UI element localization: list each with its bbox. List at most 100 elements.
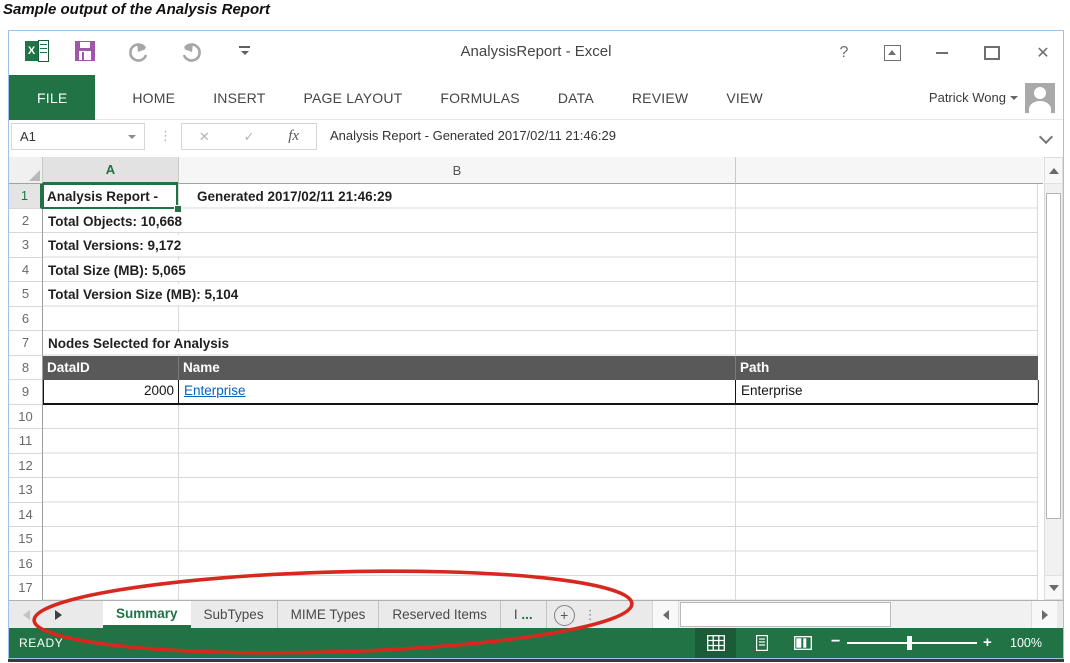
cell-text-row-4[interactable]: Total Size (MB): 5,065 xyxy=(45,260,189,281)
cell-name[interactable]: Enterprise xyxy=(179,380,736,403)
name-box-value: A1 xyxy=(12,129,128,144)
row-header-11[interactable]: 11 xyxy=(9,429,42,454)
vertical-scrollbar[interactable] xyxy=(1044,157,1063,600)
row-header-15[interactable]: 15 xyxy=(9,527,42,552)
page-layout-view-button[interactable] xyxy=(748,628,775,658)
cell-path[interactable]: Enterprise xyxy=(736,380,1039,403)
ribbon-display-options-button[interactable] xyxy=(877,31,907,75)
next-sheet-nav-icon[interactable] xyxy=(55,610,62,620)
column-header-a[interactable]: A xyxy=(43,157,178,184)
vertical-scrollbar-thumb[interactable] xyxy=(1046,193,1061,519)
zoom-level[interactable]: 100% xyxy=(1010,636,1054,650)
row-header-8[interactable]: 8 xyxy=(9,356,42,381)
row-header-13[interactable]: 13 xyxy=(9,478,42,503)
horizontal-scrollbar-thumb[interactable] xyxy=(680,602,891,627)
maximize-button[interactable] xyxy=(977,31,1007,75)
row-header-4[interactable]: 4 xyxy=(9,258,42,283)
sheet-tab-i[interactable]: I ... xyxy=(501,601,547,628)
sheet-tab-reserved-items[interactable]: Reserved Items xyxy=(379,601,501,628)
insert-function-icon[interactable]: fx xyxy=(288,128,299,145)
cell-text-row-2[interactable]: Total Objects: 10,668 xyxy=(45,211,185,232)
excel-window: X AnalysisReport - Excel ? xyxy=(8,30,1064,659)
enterprise-link[interactable]: Enterprise xyxy=(184,383,246,398)
row-header-7[interactable]: 7 xyxy=(9,331,42,356)
page-break-preview-button[interactable] xyxy=(788,628,817,658)
tab-formulas[interactable]: FORMULAS xyxy=(421,75,538,120)
chevron-down-icon xyxy=(1010,96,1018,100)
status-mode: READY xyxy=(19,636,63,650)
row-header-1[interactable]: 1 xyxy=(9,184,42,209)
cell-b1-spill-text[interactable]: Generated 2017/02/11 21:46:29 xyxy=(195,186,394,207)
minimize-button[interactable] xyxy=(927,31,957,75)
tab-file[interactable]: FILE xyxy=(9,75,95,120)
tab-home[interactable]: HOME xyxy=(113,75,194,120)
zoom-slider-thumb[interactable] xyxy=(907,636,912,650)
expand-formula-bar-icon[interactable] xyxy=(1039,130,1053,144)
table-header-name[interactable]: Name xyxy=(183,356,220,381)
first-sheet-nav-icon[interactable] xyxy=(23,610,30,620)
column-header-b[interactable]: B xyxy=(178,157,735,184)
sheet-tab-mime-types[interactable]: MIME Types xyxy=(278,601,380,628)
table-header-row[interactable]: DataID Name Path xyxy=(43,356,1038,381)
cells-area[interactable]: Analysis Report - Generated 2017/02/11 2… xyxy=(43,184,1038,600)
row-header-3[interactable]: 3 xyxy=(9,233,42,258)
chevron-down-icon[interactable] xyxy=(128,135,136,139)
title-bar: X AnalysisReport - Excel ? xyxy=(9,31,1063,75)
sheet-tab-label: Reserved Items xyxy=(392,607,487,622)
scroll-up-icon[interactable] xyxy=(1045,158,1062,184)
formula-bar-sizer-icon[interactable]: ⋮ xyxy=(159,128,172,144)
zoom-in-button[interactable]: + xyxy=(983,634,992,651)
row-header-9[interactable]: 9 xyxy=(9,380,42,405)
sheet-tab-subtypes[interactable]: SubTypes xyxy=(191,601,278,628)
row-header-14[interactable]: 14 xyxy=(9,503,42,528)
zoom-slider-track[interactable] xyxy=(847,642,977,644)
row-header-5[interactable]: 5 xyxy=(9,282,42,307)
name-box[interactable]: A1 xyxy=(11,123,145,150)
tab-data[interactable]: DATA xyxy=(539,75,613,120)
row-header-12[interactable]: 12 xyxy=(9,454,42,479)
close-button[interactable]: ✕ xyxy=(1027,31,1059,75)
help-button[interactable]: ? xyxy=(829,31,859,75)
screenshot-root: Sample output of the Analysis Report X xyxy=(0,0,1070,663)
add-sheet-icon[interactable]: + xyxy=(554,605,575,626)
cancel-icon[interactable]: ✕ xyxy=(199,129,210,145)
sheet-tab-bar: Summary SubTypes MIME Types Reserved Items I… xyxy=(9,600,1063,628)
row-header-17[interactable]: 17 xyxy=(9,576,42,600)
enter-icon[interactable]: ✓ xyxy=(244,129,255,145)
tab-bar-sizer-icon[interactable]: ⋮ xyxy=(584,601,597,628)
table-header-dataid[interactable]: DataID xyxy=(47,356,90,381)
table-row[interactable]: 2000 Enterprise Enterprise xyxy=(43,380,1038,405)
cell-text-row-3[interactable]: Total Versions: 9,172 xyxy=(45,235,184,256)
row-header-16[interactable]: 16 xyxy=(9,552,42,577)
row-header-2[interactable]: 2 xyxy=(9,209,42,234)
table-header-path[interactable]: Path xyxy=(740,356,769,381)
sheet-tab-summary[interactable]: Summary xyxy=(103,601,191,628)
sheet-tabs: Summary SubTypes MIME Types Reserved Items I… xyxy=(103,601,597,628)
column-header-unlabeled[interactable] xyxy=(735,157,1043,184)
row-header-6[interactable]: 6 xyxy=(9,307,42,332)
scroll-down-icon[interactable] xyxy=(1045,575,1062,599)
tab-view[interactable]: VIEW xyxy=(707,75,782,120)
cell-dataid[interactable]: 2000 xyxy=(44,380,179,403)
cell-a1-text[interactable]: Analysis Report - xyxy=(45,186,160,207)
cell-text-row-5[interactable]: Total Version Size (MB): 5,104 xyxy=(45,284,241,305)
ribbon-tab-row: FILE HOMEINSERTPAGE LAYOUTFORMULASDATAREV… xyxy=(9,75,1063,120)
avatar[interactable] xyxy=(1025,83,1055,113)
row-headers: 1234567891011121314151617 xyxy=(9,184,43,600)
formula-content[interactable]: Analysis Report - Generated 2017/02/11 2… xyxy=(330,128,616,143)
select-all-corner[interactable] xyxy=(9,157,43,184)
zoom-out-button[interactable]: − xyxy=(831,633,840,651)
tab-insert[interactable]: INSERT xyxy=(194,75,284,120)
caption: Sample output of the Analysis Report xyxy=(3,1,270,18)
horizontal-scrollbar[interactable] xyxy=(652,601,1056,628)
scroll-left-icon[interactable] xyxy=(653,601,679,628)
cell-text-row-7[interactable]: Nodes Selected for Analysis xyxy=(45,333,232,354)
row-header-10[interactable]: 10 xyxy=(9,405,42,430)
scroll-right-icon[interactable] xyxy=(1031,601,1057,628)
tab-review[interactable]: REVIEW xyxy=(613,75,707,120)
worksheet-grid: A B 1234567891011121314151617 Analysis R… xyxy=(9,155,1063,600)
normal-view-button[interactable] xyxy=(695,628,736,658)
user-account-menu[interactable]: Patrick Wong xyxy=(929,75,1055,120)
sheet-tab-label: SubTypes xyxy=(204,607,264,622)
tab-page-layout[interactable]: PAGE LAYOUT xyxy=(284,75,421,120)
